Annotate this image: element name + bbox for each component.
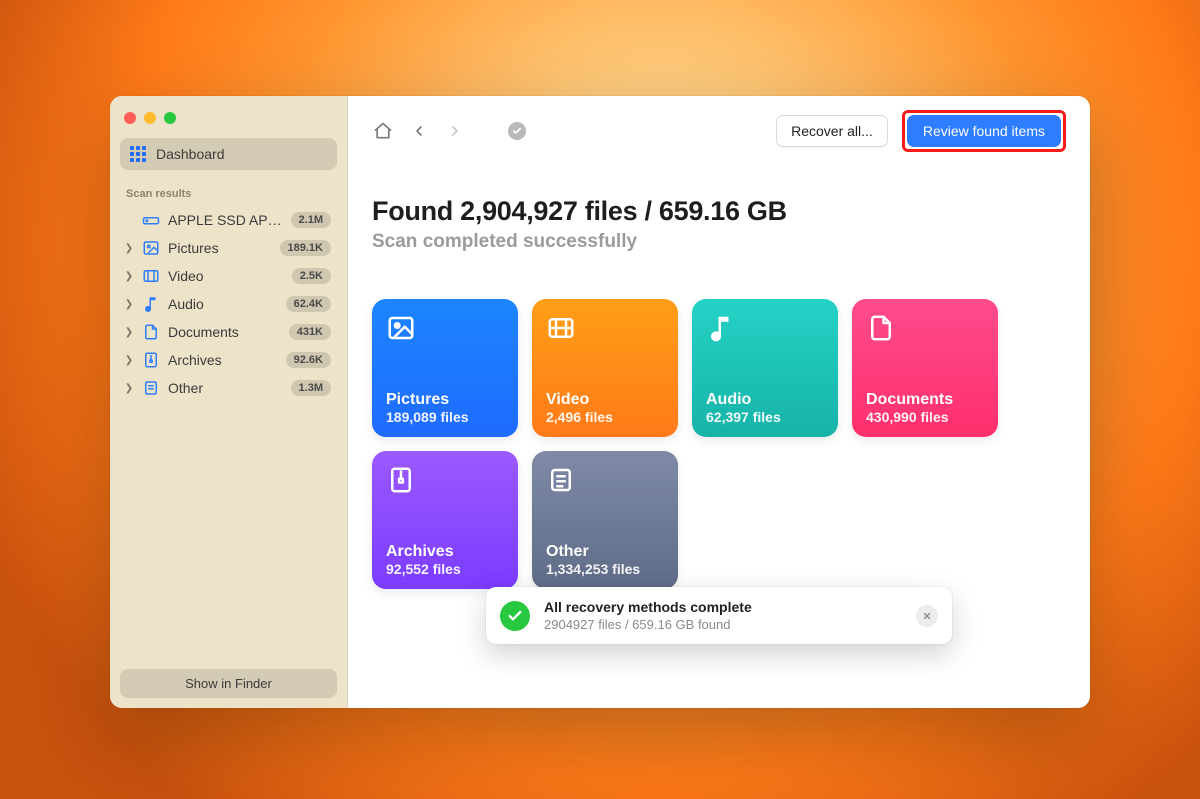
sidebar-item-label: Archives (168, 352, 278, 368)
card-subtitle: 92,552 files (386, 561, 504, 577)
sidebar-item-count: 62.4K (286, 296, 331, 312)
sidebar-item-other[interactable]: ❯ Other 1.3M (120, 374, 337, 402)
sidebar-item-label: Video (168, 268, 284, 284)
category-cards: Pictures189,089 filesVideo2,496 filesAud… (372, 299, 1066, 589)
sidebar-item-count: 2.5K (292, 268, 331, 284)
sidebar-item-label: Audio (168, 296, 278, 312)
sidebar-item-label: APPLE SSD AP0… (168, 212, 283, 228)
other-icon (142, 379, 160, 397)
card-other[interactable]: Other1,334,253 files (532, 451, 678, 589)
sidebar-item-count: 189.1K (280, 240, 331, 256)
sidebar-item-count: 431K (289, 324, 331, 340)
sidebar-item-picture[interactable]: ❯ Pictures 189.1K (120, 234, 337, 262)
main-panel: Recover all... Review found items Found … (348, 96, 1090, 708)
audio-icon (706, 313, 824, 348)
sidebar-item-count: 92.6K (286, 352, 331, 368)
chevron-right-icon: ❯ (124, 271, 134, 282)
card-audio[interactable]: Audio62,397 files (692, 299, 838, 437)
card-title: Video (546, 391, 664, 409)
toast-subtitle: 2904927 files / 659.16 GB found (544, 617, 752, 632)
close-window-button[interactable] (124, 112, 136, 124)
card-subtitle: 2,496 files (546, 409, 664, 425)
show-in-finder-button[interactable]: Show in Finder (120, 669, 337, 698)
drive-icon (142, 211, 160, 229)
toast-close-button[interactable] (916, 605, 938, 627)
window-controls (120, 108, 337, 138)
card-title: Audio (706, 391, 824, 409)
sidebar: Dashboard Scan results APPLE SSD AP0… 2.1… (110, 96, 348, 708)
success-icon (500, 601, 530, 631)
review-found-items-button[interactable]: Review found items (907, 115, 1061, 147)
picture-icon (142, 239, 160, 257)
chevron-right-icon: ❯ (124, 327, 134, 338)
video-icon (546, 313, 664, 348)
completion-toast: All recovery methods complete 2904927 fi… (486, 587, 952, 644)
sidebar-item-archive[interactable]: ❯ Archives 92.6K (120, 346, 337, 374)
card-documents[interactable]: Documents430,990 files (852, 299, 998, 437)
toast-text: All recovery methods complete 2904927 fi… (544, 599, 752, 632)
summary-title: Found 2,904,927 files / 659.16 GB (372, 196, 1066, 227)
scan-status-icon (508, 122, 526, 140)
audio-icon (142, 295, 160, 313)
other-icon (546, 465, 664, 500)
chevron-right-icon: ❯ (124, 243, 134, 254)
nav-forward-button (444, 120, 466, 142)
sidebar-item-label: Other (168, 380, 283, 396)
sidebar-section-label: Scan results (120, 170, 337, 206)
chevron-right-icon: ❯ (124, 355, 134, 366)
card-title: Documents (866, 391, 984, 409)
sidebar-item-count: 2.1M (291, 212, 331, 228)
dashboard-icon (130, 146, 146, 162)
sidebar-item-label: Documents (168, 324, 281, 340)
app-window: Dashboard Scan results APPLE SSD AP0… 2.1… (110, 96, 1090, 708)
archives-icon (386, 465, 504, 500)
scan-summary: Found 2,904,927 files / 659.16 GB Scan c… (372, 196, 1066, 253)
home-button[interactable] (372, 120, 394, 142)
annotation-highlight: Review found items (902, 110, 1066, 152)
card-archives[interactable]: Archives92,552 files (372, 451, 518, 589)
sidebar-tree: APPLE SSD AP0… 2.1M ❯ Pictures 189.1K ❯ Video 2… (120, 206, 337, 402)
card-title: Pictures (386, 391, 504, 409)
chevron-right-icon: ❯ (124, 383, 134, 394)
sidebar-item-label: Dashboard (156, 146, 225, 162)
summary-subtitle: Scan completed successfully (372, 231, 1066, 253)
card-video[interactable]: Video2,496 files (532, 299, 678, 437)
card-subtitle: 62,397 files (706, 409, 824, 425)
documents-icon (866, 313, 984, 348)
card-title: Archives (386, 543, 504, 561)
minimize-window-button[interactable] (144, 112, 156, 124)
sidebar-item-drive[interactable]: APPLE SSD AP0… 2.1M (120, 206, 337, 234)
sidebar-item-document[interactable]: ❯ Documents 431K (120, 318, 337, 346)
video-icon (142, 267, 160, 285)
card-title: Other (546, 543, 664, 561)
card-pictures[interactable]: Pictures189,089 files (372, 299, 518, 437)
sidebar-item-label: Pictures (168, 240, 272, 256)
toolbar: Recover all... Review found items (372, 110, 1066, 152)
card-subtitle: 189,089 files (386, 409, 504, 425)
sidebar-item-video[interactable]: ❯ Video 2.5K (120, 262, 337, 290)
recover-all-button[interactable]: Recover all... (776, 115, 888, 147)
document-icon (142, 323, 160, 341)
pictures-icon (386, 313, 504, 348)
toast-title: All recovery methods complete (544, 599, 752, 615)
chevron-right-icon: ❯ (124, 299, 134, 310)
card-subtitle: 430,990 files (866, 409, 984, 425)
sidebar-item-count: 1.3M (291, 380, 331, 396)
sidebar-item-audio[interactable]: ❯ Audio 62.4K (120, 290, 337, 318)
sidebar-item-dashboard[interactable]: Dashboard (120, 138, 337, 170)
card-subtitle: 1,334,253 files (546, 561, 664, 577)
nav-back-button[interactable] (408, 120, 430, 142)
archive-icon (142, 351, 160, 369)
fullscreen-window-button[interactable] (164, 112, 176, 124)
